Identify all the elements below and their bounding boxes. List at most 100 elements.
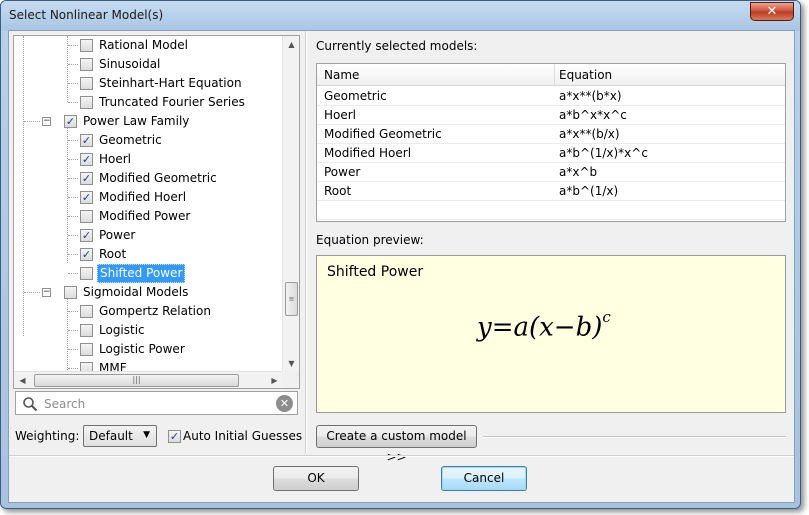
tree-item-label[interactable]: Root — [97, 245, 128, 264]
collapse-icon[interactable]: − — [42, 288, 51, 297]
tree-item[interactable]: Steinhart-Hart Equation — [14, 74, 282, 93]
tree-item-label[interactable]: Logistic Power — [97, 340, 187, 359]
search-box[interactable]: ✕ — [15, 391, 298, 415]
tree-item[interactable]: Rational Model — [14, 36, 282, 55]
table-row[interactable] — [317, 201, 785, 220]
model-equation-cell: a*x**(b*x) — [559, 89, 622, 103]
table-row[interactable]: Power a*x^b — [317, 163, 785, 182]
tree-item-checkbox[interactable]: ✓ — [80, 134, 93, 147]
preview-model-title: Shifted Power — [327, 264, 424, 280]
tree-item-checkbox[interactable] — [80, 343, 93, 356]
tree-item[interactable]: Sinusoidal — [14, 55, 282, 74]
tree-item[interactable]: Modified Power — [14, 207, 282, 226]
model-tree[interactable]: Rational Model Sinusoidal Steinhart-Hart E… — [13, 35, 300, 389]
collapse-icon[interactable]: − — [42, 117, 51, 126]
tree-item-label[interactable]: Power Law Family — [81, 112, 191, 131]
auto-initial-guesses-checkbox[interactable]: ✓ — [168, 430, 181, 443]
selected-models-table[interactable]: Name Equation Geometric a*x**(b*x) Hoerl a*… — [316, 63, 786, 222]
tree-item-checkbox[interactable]: ✓ — [80, 248, 93, 261]
tree-item[interactable]: Shifted Power — [14, 264, 282, 283]
tree-item-label[interactable]: Modified Power — [97, 207, 192, 226]
tree-item-label[interactable]: Shifted Power — [97, 264, 186, 283]
tree-vertical-scrollbar[interactable]: ▲ ≡ ▼ — [282, 36, 299, 372]
dialog-window: Select Nonlinear Model(s) ✕ Rational Mod… — [0, 0, 801, 509]
scroll-left-icon[interactable]: ◀ — [14, 372, 31, 388]
tree-item-label[interactable]: Modified Geometric — [97, 169, 219, 188]
scroll-down-icon[interactable]: ▼ — [283, 355, 299, 372]
create-custom-model-button[interactable]: Create a custom model >> — [316, 425, 477, 464]
tree-item-checkbox[interactable] — [80, 210, 93, 223]
table-row[interactable]: Modified Hoerl a*b^(1/x)*x^c — [317, 144, 785, 163]
weighting-label: Weighting: — [15, 429, 80, 443]
column-divider[interactable] — [554, 64, 555, 86]
tree-item-checkbox[interactable]: ✓ — [64, 115, 77, 128]
table-row[interactable]: Modified Geometric a*x**(b/x) — [317, 125, 785, 144]
tree-item-checkbox[interactable]: ✓ — [80, 153, 93, 166]
tree-item-label[interactable]: Geometric — [97, 131, 164, 150]
tree-item-label[interactable]: Steinhart-Hart Equation — [97, 74, 244, 93]
tree-item-checkbox[interactable] — [80, 324, 93, 337]
search-input[interactable] — [42, 395, 262, 412]
tree-item[interactable]: ✓ Modified Geometric — [14, 169, 282, 188]
tree-item-checkbox[interactable] — [80, 96, 93, 109]
tree-item-label[interactable]: Rational Model — [97, 36, 190, 55]
tree-item-checkbox[interactable]: ✓ — [80, 229, 93, 242]
tree-item[interactable]: − ✓ Power Law Family — [14, 112, 282, 131]
weighting-value: Default — [89, 429, 133, 443]
tree-item[interactable]: Truncated Fourier Series — [14, 93, 282, 112]
table-row[interactable]: Root a*b^(1/x) — [317, 182, 785, 201]
tree-item-checkbox[interactable] — [80, 77, 93, 90]
table-header: Name Equation — [317, 64, 785, 86]
tree-guide-line — [68, 140, 78, 141]
tree-item[interactable]: ✓ Hoerl — [14, 150, 282, 169]
tree-item-label[interactable]: Modified Hoerl — [97, 188, 188, 207]
equation-preview-label: Equation preview: — [316, 233, 424, 247]
tree-item-label[interactable]: Logistic — [97, 321, 147, 340]
tree-item[interactable]: ✓ Power — [14, 226, 282, 245]
close-button[interactable]: ✕ — [750, 2, 794, 21]
tree-item-checkbox[interactable] — [80, 39, 93, 52]
pane-splitter[interactable] — [305, 31, 307, 454]
tree-guide-line — [68, 254, 78, 255]
vertical-scroll-thumb[interactable]: ≡ — [285, 282, 298, 316]
tree-guide-line — [68, 311, 78, 312]
tree-item-label[interactable]: Sigmoidal Models — [81, 283, 190, 302]
tree-item-checkbox[interactable] — [64, 286, 77, 299]
tree-item[interactable]: ✓ Modified Hoerl — [14, 188, 282, 207]
tree-item-label[interactable]: Gompertz Relation — [97, 302, 213, 321]
table-row[interactable]: Hoerl a*b^x*x^c — [317, 106, 785, 125]
tree-item[interactable]: Logistic Power — [14, 340, 282, 359]
tree-item[interactable]: ✓ Geometric — [14, 131, 282, 150]
column-header-equation[interactable]: Equation — [559, 68, 781, 82]
model-equation-cell: a*x**(b/x) — [559, 127, 620, 141]
scroll-right-icon[interactable]: ▶ — [266, 372, 283, 388]
cancel-button[interactable]: Cancel — [441, 466, 527, 491]
clear-search-icon[interactable]: ✕ — [276, 395, 293, 412]
auto-initial-guesses-label[interactable]: Auto Initial Guesses — [183, 429, 302, 443]
tree-item[interactable]: − Sigmoidal Models — [14, 283, 282, 302]
tree-item-checkbox[interactable] — [80, 267, 93, 280]
tree-item-label[interactable]: Truncated Fourier Series — [97, 93, 247, 112]
table-row[interactable]: Geometric a*x**(b*x) — [317, 87, 785, 106]
tree-item-label[interactable]: Power — [97, 226, 137, 245]
tree-item[interactable]: ✓ Root — [14, 245, 282, 264]
weighting-dropdown[interactable]: Default ▼ — [83, 425, 157, 447]
title-bar[interactable]: Select Nonlinear Model(s) ✕ — [1, 1, 800, 31]
model-name-cell: Modified Hoerl — [324, 146, 412, 160]
tree-item[interactable]: Gompertz Relation — [14, 302, 282, 321]
tree-horizontal-scrollbar[interactable]: ◀ ||| ▶ — [14, 371, 283, 388]
tree-item-checkbox[interactable]: ✓ — [80, 172, 93, 185]
tree-item-checkbox[interactable] — [80, 58, 93, 71]
model-name-cell: Root — [324, 184, 352, 198]
tree-item-checkbox[interactable]: ✓ — [80, 191, 93, 204]
column-header-name[interactable]: Name — [324, 68, 549, 82]
tree-item-checkbox[interactable] — [80, 305, 93, 318]
selected-models-heading: Currently selected models: — [316, 39, 478, 53]
horizontal-scroll-thumb[interactable]: ||| — [34, 374, 239, 387]
tree-item-label[interactable]: Sinusoidal — [97, 55, 162, 74]
scroll-up-icon[interactable]: ▲ — [283, 36, 299, 53]
model-equation-cell: a*b^(1/x) — [559, 184, 619, 198]
ok-button[interactable]: OK — [273, 466, 359, 491]
tree-item-label[interactable]: Hoerl — [97, 150, 133, 169]
tree-item[interactable]: Logistic — [14, 321, 282, 340]
